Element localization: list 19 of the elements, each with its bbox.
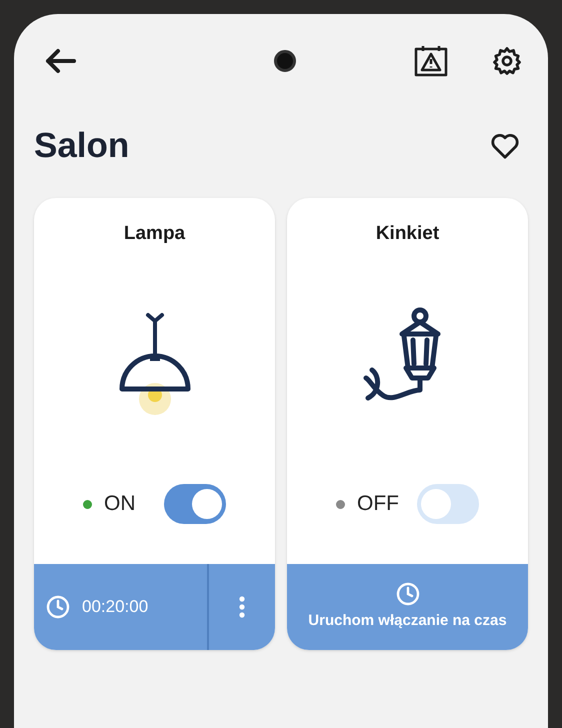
heart-icon[interactable] [490,132,520,160]
kebab-menu-icon [239,596,245,618]
calendar-warning-icon[interactable] [414,45,448,77]
device-name: Kinkiet [374,222,440,246]
settings-icon[interactable] [492,46,522,76]
status-label: OFF [357,491,400,518]
clock-icon [396,582,420,606]
status-label: ON [104,491,136,518]
room-title: Salon [34,124,130,167]
clock-icon [46,595,70,619]
toggle-knob [421,489,451,519]
back-arrow-icon[interactable] [44,48,76,74]
toggle-knob [192,489,222,519]
toggle-switch[interactable] [164,484,226,524]
timer-button[interactable]: 00:20:00 [34,564,207,650]
timed-start-button[interactable]: Uruchom włączanie na czas [287,564,528,650]
toggle-switch[interactable] [417,484,479,524]
device-name: Lampa [122,222,186,246]
camera-icon [274,50,296,72]
